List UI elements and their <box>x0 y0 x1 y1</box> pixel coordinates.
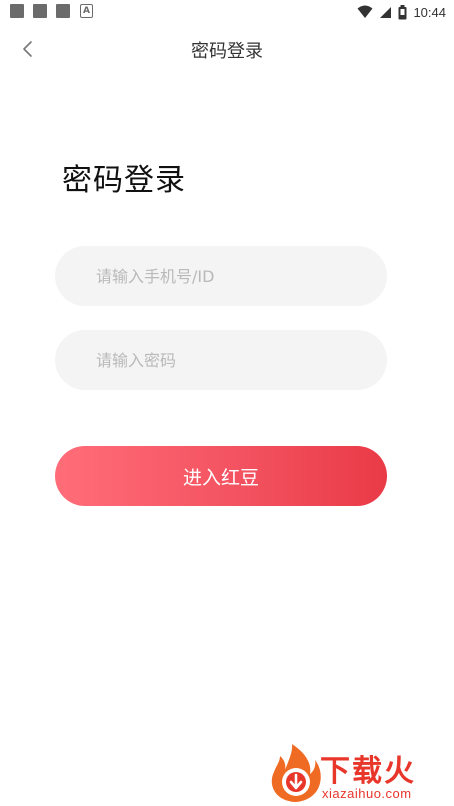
header: 密码登录 <box>0 24 454 74</box>
status-right: 10:44 <box>357 3 446 21</box>
watermark-url: xiazaihuo.com <box>322 786 412 801</box>
signal-icon <box>380 6 392 18</box>
clock: 10:44 <box>413 4 446 20</box>
watermark-text: 下载火 <box>320 754 416 789</box>
status-bar: A 10:44 <box>0 0 454 24</box>
watermark: 下载火 xiazaihuo.com <box>268 742 452 806</box>
page-heading: 密码登录 <box>62 163 186 198</box>
app-icon <box>33 4 47 18</box>
a-icon: A <box>80 4 93 18</box>
password-input[interactable] <box>55 330 387 390</box>
phone-id-input[interactable] <box>55 246 387 306</box>
app-icon <box>10 4 24 18</box>
enter-button[interactable]: 进入红豆 <box>55 446 387 506</box>
wifi-icon <box>357 5 373 18</box>
header-title: 密码登录 <box>191 41 263 62</box>
flame-logo-icon <box>271 744 321 802</box>
app-icon <box>56 4 70 18</box>
battery-icon <box>398 4 407 19</box>
